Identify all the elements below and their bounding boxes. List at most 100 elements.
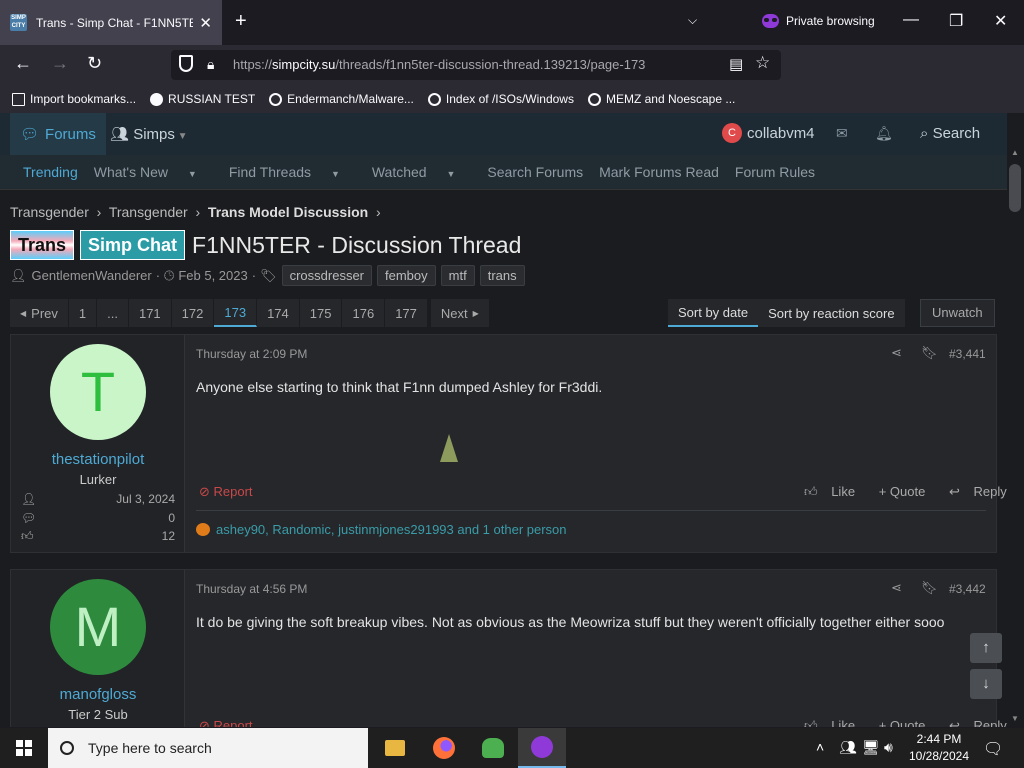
- page-link[interactable]: 177: [385, 299, 428, 327]
- user-account-link[interactable]: C collabvm4: [722, 123, 815, 143]
- subnav-search-forums[interactable]: Search Forums: [487, 164, 583, 180]
- thread-date[interactable]: Feb 5, 2023: [178, 268, 247, 283]
- reload-icon[interactable]: ↻: [87, 53, 102, 74]
- firefox-private-icon[interactable]: [518, 728, 566, 768]
- scroll-to-bottom-button[interactable]: ↓: [970, 669, 1002, 699]
- reader-view-icon[interactable]: ▤: [729, 55, 743, 73]
- tab-close-icon[interactable]: ✕: [199, 14, 212, 32]
- reactions-summary[interactable]: ashey90, Randomic, justinmjones291993 an…: [196, 510, 986, 537]
- post-time[interactable]: Thursday at 4:56 PM: [196, 582, 307, 596]
- breadcrumb-item[interactable]: Trans Model Discussion: [208, 204, 368, 220]
- bookmark-endermanch[interactable]: Endermanch/Malware...: [269, 92, 414, 106]
- nav-simps[interactable]: 👥︎ Simps ▼: [110, 125, 188, 143]
- like-button[interactable]: 👍︎ Like: [804, 718, 865, 727]
- bookmark-star-icon[interactable]: ☆: [755, 53, 770, 73]
- tag-femboy[interactable]: femboy: [377, 265, 436, 286]
- new-tab-plus-icon[interactable]: +: [235, 10, 247, 33]
- page-content: 💬︎ Forums 👥︎ Simps ▼ C collabvm4 ✉ 🔔︎ ⌕ S…: [0, 113, 1007, 727]
- file-explorer-icon[interactable]: [371, 728, 419, 768]
- tag-crossdresser[interactable]: crossdresser: [281, 265, 373, 286]
- tag-trans[interactable]: trans: [479, 265, 525, 286]
- page-link-current[interactable]: 173: [214, 299, 258, 327]
- tag-mtf[interactable]: mtf: [440, 265, 475, 286]
- tracking-protection-shield-icon[interactable]: [179, 55, 193, 72]
- network-icon[interactable]: 🖥︎: [862, 739, 880, 756]
- back-arrow-icon[interactable]: ←: [14, 53, 32, 74]
- bookmark-import[interactable]: Import bookmarks...: [12, 92, 136, 106]
- thread-author[interactable]: GentlemenWanderer: [32, 268, 152, 283]
- page-link[interactable]: 175: [299, 299, 343, 327]
- notifications-icon[interactable]: 🗨︎: [983, 739, 1003, 759]
- reply-button[interactable]: ↩ Reply: [949, 484, 1007, 499]
- subnav-mark-read[interactable]: Mark Forums Read: [599, 164, 719, 180]
- minimize-icon[interactable]: —: [903, 11, 919, 29]
- sort-by-reaction-tab[interactable]: Sort by reaction score: [758, 299, 904, 327]
- lock-icon[interactable]: 🔒︎: [207, 56, 214, 73]
- firefox-icon[interactable]: [420, 728, 468, 768]
- page-link[interactable]: 172: [171, 299, 215, 327]
- forward-arrow-icon[interactable]: →: [51, 53, 69, 74]
- reply-button[interactable]: ↩ Reply: [949, 718, 1007, 727]
- window-close-icon[interactable]: ✕: [994, 11, 1007, 31]
- subnav-find-threads[interactable]: Find Threads ▼: [229, 164, 356, 180]
- taskbar-search-box[interactable]: Type here to search: [48, 728, 368, 768]
- share-icon[interactable]: ⋖: [891, 580, 902, 596]
- subnav-forum-rules[interactable]: Forum Rules: [735, 164, 815, 180]
- browser-tab[interactable]: SIMP CITY Trans - Simp Chat - F1NN5TER ✕: [0, 0, 222, 45]
- people-app-icon[interactable]: [469, 728, 517, 768]
- page-link[interactable]: 1: [68, 299, 98, 327]
- share-icon[interactable]: ⋖: [891, 345, 902, 361]
- maximize-icon[interactable]: ❐: [949, 11, 963, 31]
- user-role: Tier 2 Sub: [68, 707, 128, 722]
- nav-forums[interactable]: 💬︎ Forums: [10, 113, 106, 155]
- list-tabs-chevron-icon[interactable]: ⌵: [688, 13, 697, 28]
- post-time[interactable]: Thursday at 2:09 PM: [196, 347, 307, 361]
- windows-start-icon[interactable]: [16, 740, 32, 756]
- url-text[interactable]: https://simpcity.su/threads/f1nn5ter-dis…: [233, 57, 645, 72]
- page-ellipsis[interactable]: ...: [97, 299, 129, 327]
- subnav-whats-new[interactable]: What's New ▼: [94, 164, 213, 180]
- avatar[interactable]: T: [50, 344, 146, 440]
- scroll-down-arrow-icon[interactable]: ▼: [1011, 714, 1019, 723]
- taskbar-clock[interactable]: 2:44 PM 10/28/2024: [906, 731, 972, 765]
- report-link[interactable]: ⊘ Report: [199, 718, 253, 727]
- page-prev-button[interactable]: ◀ Prev: [10, 299, 69, 327]
- quote-button[interactable]: + Quote: [879, 484, 936, 499]
- page-link[interactable]: 176: [342, 299, 386, 327]
- quote-button[interactable]: + Quote: [879, 718, 936, 727]
- breadcrumb-item[interactable]: Transgender: [109, 204, 188, 220]
- like-button[interactable]: 👍︎ Like: [804, 484, 865, 499]
- tray-chevron-up-icon[interactable]: ˄: [816, 739, 824, 755]
- alerts-bell-icon[interactable]: 🔔︎: [875, 125, 893, 142]
- breadcrumb-item[interactable]: Transgender: [10, 204, 89, 220]
- bookmark-russian-test[interactable]: RUSSIAN TEST: [150, 92, 255, 106]
- bookmark-icon[interactable]: 🔖︎: [921, 580, 938, 596]
- inbox-envelope-icon[interactable]: ✉: [836, 125, 848, 142]
- post-number[interactable]: #3,442: [949, 582, 986, 596]
- page-link[interactable]: 171: [128, 299, 172, 327]
- avatar[interactable]: M: [50, 579, 146, 675]
- prefix-label-simp-chat[interactable]: Simp Chat: [80, 230, 186, 260]
- bookmark-icon[interactable]: 🔖︎: [921, 345, 938, 361]
- subnav-watched[interactable]: Watched ▼: [372, 164, 472, 180]
- prefix-label-trans[interactable]: Trans: [10, 230, 75, 260]
- scrollbar-thumb[interactable]: [1009, 164, 1021, 212]
- page-link[interactable]: 174: [257, 299, 300, 327]
- nav-search[interactable]: ⌕ Search: [920, 125, 980, 142]
- post-number[interactable]: #3,441: [949, 347, 986, 361]
- bookmark-isos[interactable]: Index of /ISOs/Windows: [427, 92, 574, 106]
- scroll-to-top-button[interactable]: ↑: [970, 633, 1002, 663]
- report-link[interactable]: ⊘ Report: [199, 484, 253, 500]
- page-next-button[interactable]: Next ▶: [430, 299, 490, 327]
- tray-app-icon[interactable]: 👥︎: [839, 739, 857, 756]
- bookmark-memz[interactable]: MEMZ and Noescape ...: [587, 92, 735, 106]
- unwatch-button[interactable]: Unwatch: [920, 299, 995, 327]
- sort-by-date-tab[interactable]: Sort by date: [668, 299, 759, 327]
- subnav-trending[interactable]: Trending: [23, 164, 78, 180]
- volume-icon[interactable]: 🔊︎: [884, 739, 893, 756]
- scroll-up-arrow-icon[interactable]: ▲: [1011, 148, 1019, 157]
- sub-navigation: Trending What's New ▼ Find Threads ▼ Wat…: [0, 155, 1007, 190]
- post-username[interactable]: manofgloss: [11, 686, 185, 703]
- address-bar[interactable]: 🔒︎ https://simpcity.su/threads/f1nn5ter-…: [171, 50, 781, 80]
- post-username[interactable]: thestationpilot: [11, 451, 185, 468]
